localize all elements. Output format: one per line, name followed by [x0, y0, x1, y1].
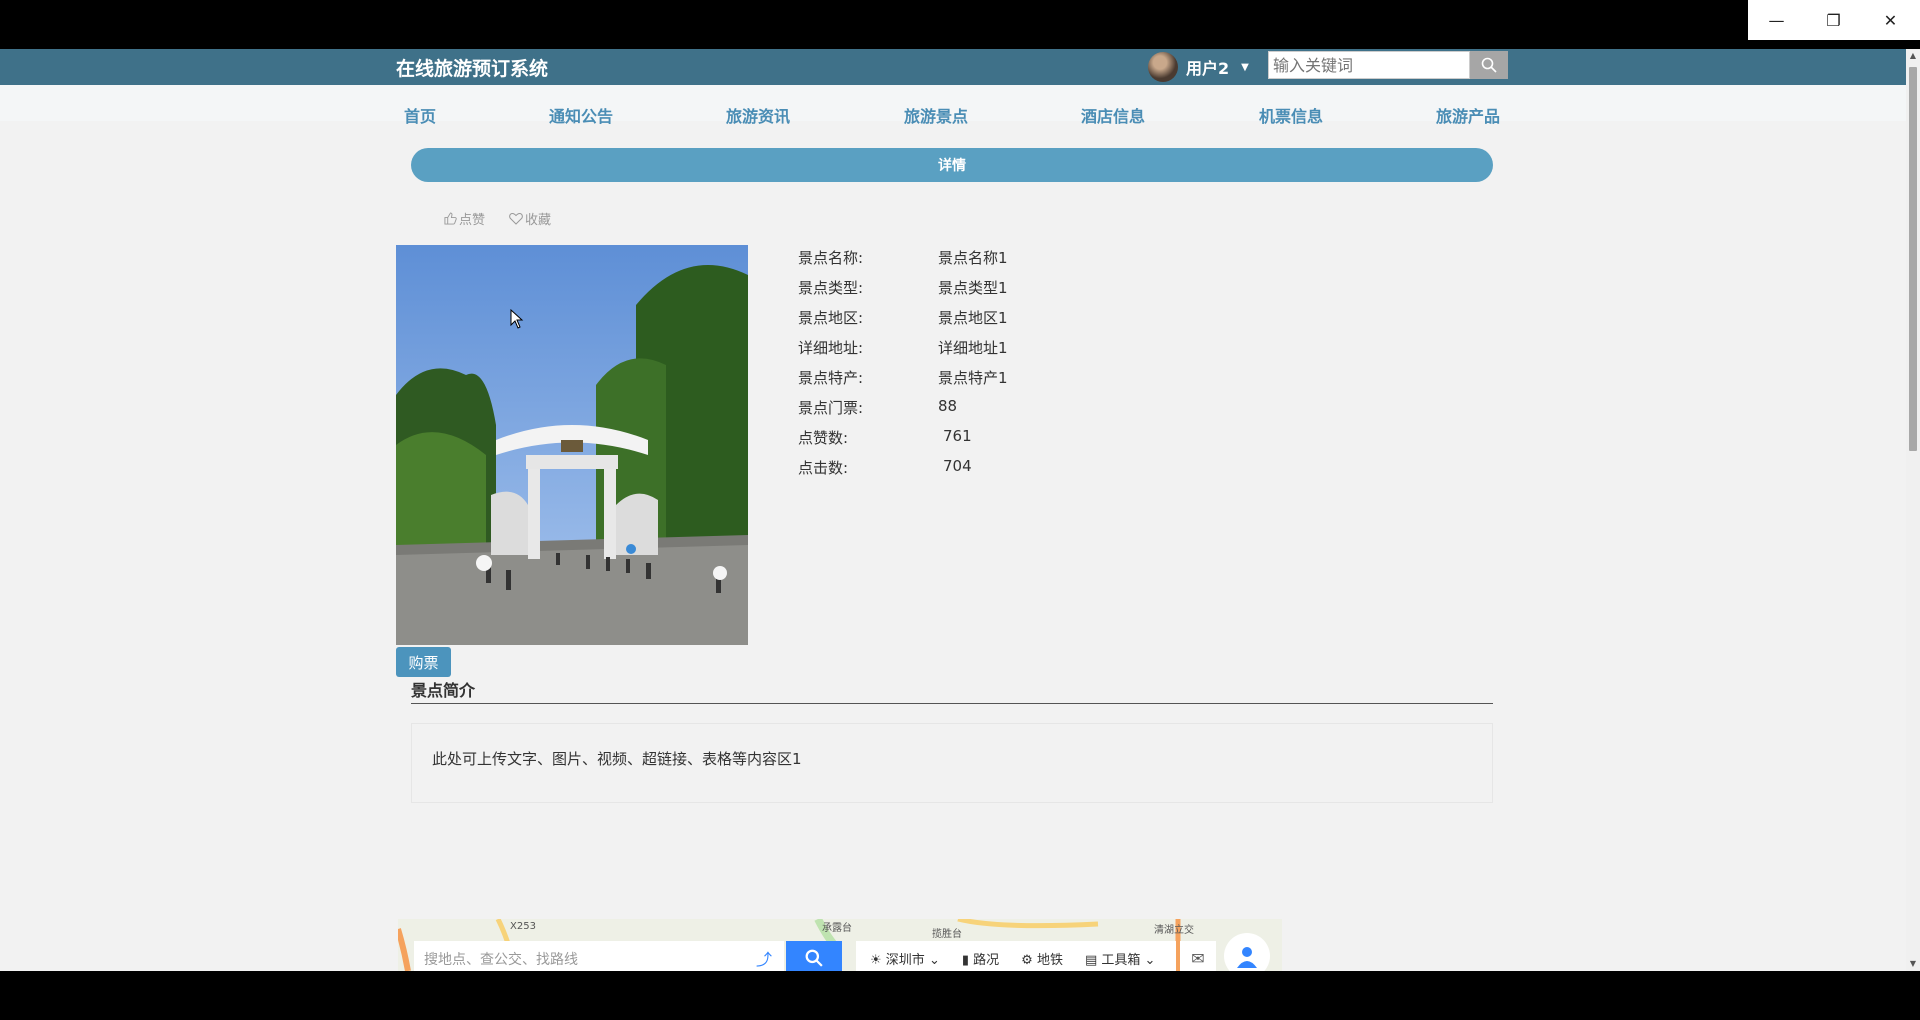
- info-label: 景点类型:: [798, 279, 864, 297]
- traffic-label: 路况: [973, 952, 1000, 968]
- info-label: 详细地址:: [798, 339, 864, 357]
- info-label: 点击数:: [798, 459, 849, 477]
- favorite-button[interactable]: 收藏: [509, 209, 551, 228]
- attraction-photo: [396, 245, 748, 645]
- detail-panel: 详情 点赞 收藏 购票 景点名称: 景点名称1 景点类型: 景点类型1 景点地区…: [396, 133, 1508, 963]
- top-header: 在线旅游预订系统 用户2 ▼: [0, 49, 1906, 85]
- subway-button[interactable]: ⚙ 地铁: [1021, 949, 1063, 968]
- info-value: 景点类型1: [938, 279, 1008, 297]
- toolbox-label: 工具箱: [1101, 952, 1141, 968]
- info-label: 景点名称:: [798, 249, 864, 267]
- intro-section-title: 景点简介: [411, 681, 476, 700]
- page-scrollbar[interactable]: ▲ ▼: [1906, 49, 1920, 971]
- caret-down-icon[interactable]: ▼: [1241, 62, 1249, 73]
- map-label: 承露台: [822, 923, 852, 934]
- search-button[interactable]: [1470, 51, 1508, 79]
- browser-viewport: 在线旅游预订系统 用户2 ▼ 首页 通知公告 旅游资讯 旅游景点 酒店信息 机票…: [0, 49, 1920, 971]
- thumbs-up-icon: [444, 212, 457, 225]
- toolbox-button[interactable]: ▤ 工具箱 ⌄: [1085, 949, 1155, 968]
- map-label: 清湖立交: [1154, 925, 1194, 936]
- info-value: 704: [943, 457, 972, 475]
- info-label: 景点地区:: [798, 309, 864, 327]
- info-row: 景点地区: 景点地区1: [798, 307, 1008, 337]
- close-icon[interactable]: ✕: [1862, 0, 1919, 40]
- map-search-input[interactable]: 搜地点、查公交、找路线: [414, 941, 744, 971]
- search-icon: [1481, 57, 1497, 73]
- nav-attractions[interactable]: 旅游景点: [904, 103, 968, 127]
- main-nav: 首页 通知公告 旅游资讯 旅游景点 酒店信息 机票信息 旅游产品: [0, 85, 1906, 126]
- traffic-button[interactable]: ▮ 路况: [962, 949, 999, 968]
- info-row: 景点特产: 景点特产1: [798, 367, 1008, 397]
- user-menu[interactable]: 用户2 ▼: [1148, 52, 1249, 82]
- mouse-cursor-icon: [510, 308, 524, 333]
- window-controls: — ❐ ✕: [1748, 0, 1920, 40]
- info-value: 详细地址1: [938, 339, 1008, 357]
- scroll-up-icon[interactable]: ▲: [1906, 49, 1920, 63]
- action-links: 点赞 收藏: [444, 209, 551, 228]
- subway-label: 地铁: [1036, 952, 1063, 968]
- route-icon[interactable]: ⤴: [744, 941, 784, 971]
- intro-content: 此处可上传文字、图片、视频、超链接、表格等内容区1: [411, 723, 1493, 803]
- map-label: X253: [510, 921, 536, 932]
- city-label: 深圳市: [885, 952, 925, 968]
- info-value: 景点特产1: [938, 369, 1008, 387]
- info-label: 点赞数:: [798, 429, 849, 447]
- nav-hotels[interactable]: 酒店信息: [1081, 103, 1145, 127]
- map-toolbar: ☀ 深圳市 ⌄ ▮ 路况 ⚙ 地铁 ▤ 工具箱 ⌄: [856, 941, 1176, 971]
- scroll-down-icon[interactable]: ▼: [1906, 957, 1920, 971]
- nav-travel-news[interactable]: 旅游资讯: [726, 103, 790, 127]
- city-selector[interactable]: ☀ 深圳市 ⌄: [870, 949, 940, 968]
- map-widget[interactable]: X253 承露台 揽胜台 清湖立交 搜地点、查公交、找路线 ⤴ ☀ 深圳市 ⌄ …: [398, 919, 1282, 971]
- window-titlebar: — ❐ ✕: [0, 0, 1920, 49]
- info-value: 761: [943, 427, 972, 445]
- info-label: 景点门票:: [798, 399, 864, 417]
- map-label: 揽胜台: [932, 929, 962, 940]
- restore-icon[interactable]: ❐: [1805, 0, 1862, 40]
- avatar[interactable]: [1148, 52, 1178, 82]
- user-icon[interactable]: [1224, 933, 1270, 971]
- search-icon: [805, 949, 823, 967]
- message-icon[interactable]: ✉: [1180, 941, 1216, 971]
- info-row: 点击数: 704: [798, 457, 1008, 487]
- info-label: 景点特产:: [798, 369, 864, 387]
- nav-products[interactable]: 旅游产品: [1436, 103, 1500, 127]
- info-value: 景点地区1: [938, 309, 1008, 327]
- buy-ticket-button[interactable]: 购票: [396, 647, 451, 677]
- minimize-icon[interactable]: —: [1748, 0, 1805, 40]
- nav-flights[interactable]: 机票信息: [1259, 103, 1323, 127]
- attraction-info: 景点名称: 景点名称1 景点类型: 景点类型1 景点地区: 景点地区1 详细地址: 详细…: [798, 247, 1008, 487]
- like-label: 点赞: [459, 213, 486, 228]
- info-row: 景点门票: 88: [798, 397, 1008, 427]
- info-row: 景点类型: 景点类型1: [798, 277, 1008, 307]
- nav-home[interactable]: 首页: [404, 103, 436, 127]
- user-name[interactable]: 用户2: [1186, 55, 1229, 79]
- nav-notices[interactable]: 通知公告: [549, 103, 613, 127]
- map-search-button[interactable]: [786, 941, 842, 971]
- section-divider: [411, 703, 1493, 704]
- details-header-bar: 详情: [411, 148, 1493, 182]
- info-value: 88: [938, 397, 958, 415]
- favorite-label: 收藏: [525, 213, 552, 228]
- scrollbar-thumb[interactable]: [1909, 67, 1917, 451]
- site-title[interactable]: 在线旅游预订系统: [396, 54, 548, 81]
- info-row: 点赞数: 761: [798, 427, 1008, 457]
- info-value: 景点名称1: [938, 249, 1008, 267]
- search-input[interactable]: [1268, 51, 1470, 79]
- heart-icon: [509, 212, 523, 225]
- like-button[interactable]: 点赞: [444, 209, 485, 228]
- info-row: 详细地址: 详细地址1: [798, 337, 1008, 367]
- info-row: 景点名称: 景点名称1: [798, 247, 1008, 277]
